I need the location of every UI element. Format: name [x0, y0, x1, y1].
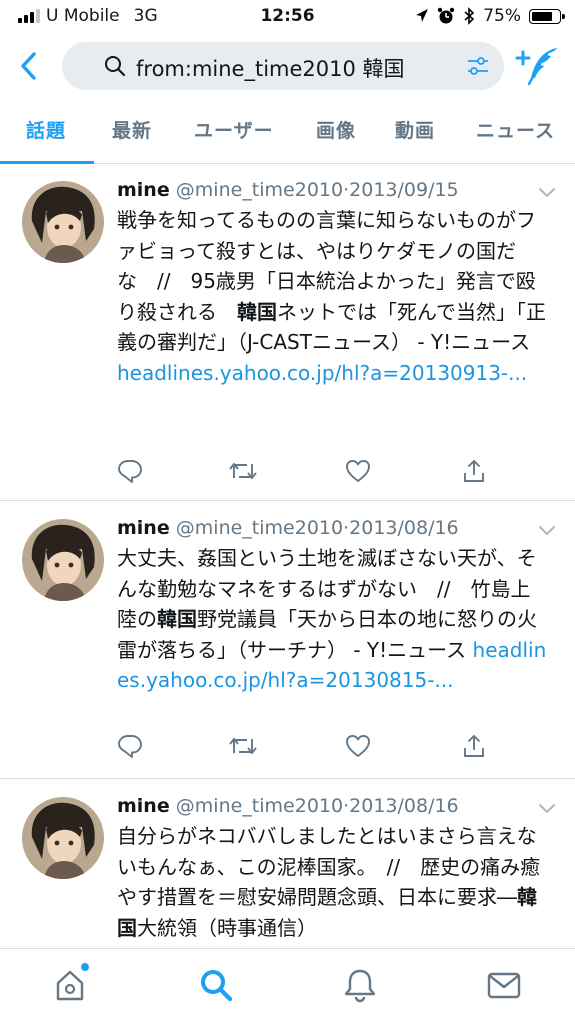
share-icon[interactable]	[461, 733, 487, 759]
search-keyword: 韓国	[237, 299, 277, 324]
status-right: 75%	[415, 6, 565, 26]
tweet-text: 戦争を知ってるものの言葉に知らないものがファビョって殺すとは、やはりケダモノの国…	[117, 205, 549, 388]
search-results-timeline: mine @mine_time2010·2013/09/15 戦争を知ってるもの…	[0, 165, 575, 948]
user-handle[interactable]: @mine_time2010	[176, 179, 343, 201]
location-icon	[416, 9, 429, 22]
chevron-down-icon[interactable]	[537, 802, 557, 816]
chevron-down-icon[interactable]	[537, 524, 557, 538]
compose-tweet-button[interactable]	[513, 44, 561, 88]
share-icon[interactable]	[461, 458, 487, 484]
nav-messages[interactable]	[486, 967, 522, 1003]
compose-tweet-icon	[515, 48, 557, 86]
tweet[interactable]: mine @mine_time2010·2013/08/16 自分らがネコババし…	[0, 779, 575, 948]
bell-icon	[344, 969, 376, 1003]
tab-latest[interactable]: 最新	[112, 116, 152, 143]
tweet-date[interactable]: 2013/09/15	[349, 179, 459, 201]
nav-notifications[interactable]	[342, 967, 378, 1003]
avatar-image	[22, 519, 104, 601]
reply-icon[interactable]	[117, 458, 143, 484]
tweet-text: 大丈夫、姦国という土地を滅ぼさない天が、そんな勤勉なマネをするはずがない // …	[117, 543, 549, 696]
avatar-image	[22, 181, 104, 263]
user-handle[interactable]: @mine_time2010	[176, 517, 343, 539]
display-name[interactable]: mine	[117, 517, 170, 539]
active-tab-indicator	[0, 161, 94, 164]
like-icon[interactable]	[345, 733, 371, 759]
avatar[interactable]	[22, 519, 104, 601]
chevron-left-icon	[21, 52, 36, 80]
avatar-image	[22, 797, 104, 879]
tweet-header: mine @mine_time2010·2013/08/16	[117, 517, 555, 539]
display-name[interactable]: mine	[117, 795, 170, 817]
tweet-header: mine @mine_time2010·2013/09/15	[117, 179, 555, 201]
tab-top[interactable]: 話題	[26, 116, 66, 143]
search-icon	[105, 56, 126, 77]
display-name[interactable]: mine	[117, 179, 170, 201]
home-icon	[56, 970, 84, 1001]
search-input[interactable]: from:mine_time2010 韓国	[62, 42, 504, 90]
tweet-date[interactable]: 2013/08/16	[349, 517, 459, 539]
nav-home[interactable]	[52, 967, 88, 1003]
tab-photos[interactable]: 画像	[316, 116, 356, 143]
bottom-navigation	[0, 948, 575, 1024]
tab-videos[interactable]: 動画	[395, 116, 435, 143]
search-query: from:mine_time2010 韓国	[136, 57, 405, 81]
new-content-indicator	[81, 963, 89, 971]
tweet-actions	[117, 733, 484, 763]
like-icon[interactable]	[345, 458, 371, 484]
mail-icon	[487, 972, 521, 999]
tweet-text-part: 大統領（時事通信）	[137, 915, 317, 940]
status-bar: U Mobile 3G 12:56 75%	[0, 0, 575, 36]
search-icon	[201, 970, 233, 1002]
retweet-icon[interactable]	[229, 458, 257, 484]
battery-percent: 75%	[483, 6, 521, 26]
tab-news[interactable]: ニュース	[476, 116, 555, 143]
search-tabs: 話題 最新 ユーザー 画像 動画 ニュース	[0, 106, 575, 164]
tweet-actions	[117, 458, 484, 488]
retweet-icon[interactable]	[229, 733, 257, 759]
search-header: from:mine_time2010 韓国	[0, 36, 575, 96]
tweet[interactable]: mine @mine_time2010·2013/08/16 大丈夫、姦国という…	[0, 501, 575, 779]
filter-icon[interactable]	[466, 55, 490, 77]
avatar[interactable]	[22, 797, 104, 879]
avatar[interactable]	[22, 181, 104, 263]
tweet-date[interactable]: 2013/08/16	[349, 795, 459, 817]
bluetooth-icon	[464, 7, 475, 25]
back-button[interactable]	[14, 48, 46, 84]
alarm-icon	[438, 7, 455, 24]
reply-icon[interactable]	[117, 733, 143, 759]
tweet[interactable]: mine @mine_time2010·2013/09/15 戦争を知ってるもの…	[0, 165, 575, 501]
tweet-link[interactable]: headlines.yahoo.co.jp/hl?a=20130913-...	[117, 361, 527, 385]
chevron-down-icon[interactable]	[537, 186, 557, 200]
user-handle[interactable]: @mine_time2010	[176, 795, 343, 817]
battery-icon	[529, 8, 565, 24]
search-keyword: 韓国	[157, 607, 197, 631]
nav-explore[interactable]	[198, 967, 234, 1003]
tweet-header: mine @mine_time2010·2013/08/16	[117, 795, 555, 817]
tweet-text-part: 自分らがネコババしましたとはいまさら言えないもんなぁ、この泥棒国家。 // 歴史…	[117, 824, 541, 909]
tab-people[interactable]: ユーザー	[194, 116, 274, 143]
tweet-text: 自分らがネコババしましたとはいまさら言えないもんなぁ、この泥棒国家。 // 歴史…	[117, 821, 549, 943]
